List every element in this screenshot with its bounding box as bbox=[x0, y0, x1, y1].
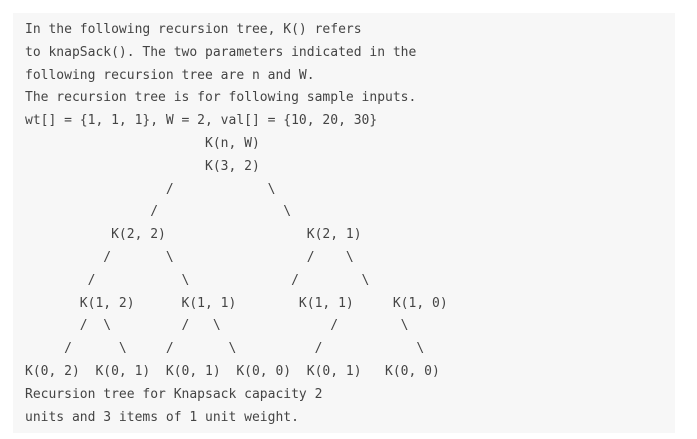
tree-level-2: K(1, 2) K(1, 1) K(1, 1) K(1, 0) bbox=[25, 295, 448, 311]
tree-edges: / \ / \ / \ bbox=[25, 341, 425, 357]
tree-edges: / \ / \ bbox=[25, 272, 370, 288]
code-line: following recursion tree are n and W. bbox=[25, 67, 315, 83]
code-block: In the following recursion tree, K() ref… bbox=[13, 13, 675, 433]
code-line: The recursion tree is for following samp… bbox=[25, 90, 417, 106]
code-line: In the following recursion tree, K() ref… bbox=[25, 22, 362, 37]
tree-level-3: K(0, 2) K(0, 1) K(0, 1) K(0, 0) K(0, 1) … bbox=[25, 364, 440, 379]
caption-line: Recursion tree for Knapsack capacity 2 bbox=[25, 386, 323, 402]
tree-edges: / \ / \ bbox=[25, 250, 354, 265]
code-line: wt[] = {1, 1, 1}, W = 2, val[] = {10, 20… bbox=[25, 113, 378, 129]
code-line: to knapSack(). The two parameters indica… bbox=[25, 44, 417, 60]
tree-level-1: K(2, 2) K(2, 1) bbox=[25, 227, 362, 243]
tree-edges: / \ bbox=[25, 204, 292, 220]
tree-edges: / \ / \ / \ bbox=[25, 318, 409, 334]
tree-node-root-label: K(n, W) bbox=[25, 136, 260, 151]
caption-line: units and 3 items of 1 unit weight. bbox=[25, 409, 299, 425]
tree-edges: / \ bbox=[25, 181, 276, 197]
tree-node-root: K(3, 2) bbox=[25, 158, 260, 174]
